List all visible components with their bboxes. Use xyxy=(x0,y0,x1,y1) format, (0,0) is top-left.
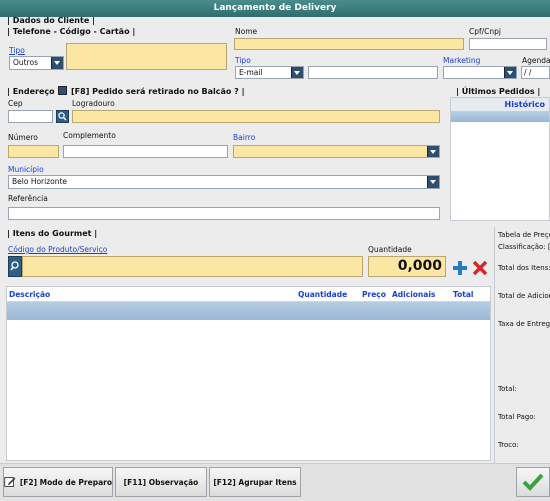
tipo-contact-select[interactable]: E-mail xyxy=(235,66,304,79)
tipo-select[interactable]: Outros xyxy=(9,56,64,70)
referencia-label: Referência xyxy=(8,194,48,203)
tipo-select-value: Outros xyxy=(13,58,39,67)
edit-icon xyxy=(4,477,16,487)
col-quantidade[interactable]: Quantidade xyxy=(298,290,347,299)
troco-label: Troco: xyxy=(498,441,519,449)
check-icon xyxy=(522,473,544,491)
agrupar-button[interactable]: [F12] Agrupar Itens xyxy=(209,467,301,497)
chevron-down-icon xyxy=(51,57,63,69)
chevron-down-icon xyxy=(504,67,516,78)
municipio-value: Belo Horizonte xyxy=(12,177,68,186)
agrupar-label: [F12] Agrupar Itens xyxy=(213,477,297,487)
balcao-checkbox[interactable] xyxy=(58,86,67,95)
quantidade-label: Quantidade xyxy=(368,245,412,254)
agendar-label: Agendar xyxy=(522,56,550,65)
nome-input[interactable] xyxy=(234,38,464,50)
items-table-header: Descrição Quantidade Preço Adicionais To… xyxy=(7,287,490,302)
total-pago-label: Total Pago: xyxy=(498,413,536,421)
complemento-label: Complemento xyxy=(63,131,116,140)
logradouro-label: Logradouro xyxy=(72,99,115,108)
col-adicionais[interactable]: Adicionais xyxy=(392,290,435,299)
phone-section-title: | Telefone - Código - Cartão | xyxy=(7,27,136,36)
numero-input[interactable] xyxy=(8,145,59,158)
agendar-input[interactable]: / / xyxy=(521,66,550,79)
total-label: Total: xyxy=(498,385,517,393)
cep-label: Cep xyxy=(8,99,23,108)
tipo-label: Tipo xyxy=(9,46,25,55)
municipio-label: Município xyxy=(8,165,44,174)
cep-input[interactable] xyxy=(8,110,53,123)
chevron-down-icon xyxy=(291,67,303,78)
logradouro-input[interactable] xyxy=(72,110,440,123)
col-total[interactable]: Total xyxy=(453,290,474,299)
chevron-down-icon xyxy=(427,176,439,188)
observacao-label: [F11] Observação xyxy=(123,477,199,487)
orders-section-title: | Últimos Pedidos | xyxy=(456,87,541,96)
tipo-contact-value: E-mail xyxy=(239,68,263,77)
add-item-button[interactable] xyxy=(452,260,468,276)
address-section-title: | Endereço xyxy=(7,87,55,96)
search-icon xyxy=(58,112,67,121)
plus-icon xyxy=(453,261,467,275)
nome-label: Nome xyxy=(235,27,258,36)
phone-code-input[interactable] xyxy=(66,43,227,70)
referencia-input[interactable] xyxy=(8,207,440,220)
complemento-input[interactable] xyxy=(63,145,228,158)
bairro-label: Bairro xyxy=(233,133,256,142)
classificacao-label: Classificação: [A xyxy=(498,243,550,251)
taxa-entrega-label: Taxa de Entrega xyxy=(498,320,550,328)
bairro-select[interactable] xyxy=(233,145,440,158)
remove-item-button[interactable] xyxy=(472,260,488,276)
tabela-preco-label: Tabela de Preço xyxy=(498,231,550,239)
numero-label: Número xyxy=(8,133,38,142)
historico-column-header[interactable]: Histórico xyxy=(451,98,549,112)
orders-table[interactable]: Histórico xyxy=(450,97,550,221)
marketing-select[interactable] xyxy=(443,66,517,79)
codigo-input[interactable] xyxy=(22,256,363,277)
marketing-label: Marketing xyxy=(443,56,481,65)
items-selected-row[interactable] xyxy=(7,302,490,320)
municipio-select[interactable]: Belo Horizonte xyxy=(8,175,440,189)
orders-selected-row[interactable] xyxy=(451,112,549,122)
cep-search-button[interactable] xyxy=(56,110,69,123)
observacao-button[interactable]: [F11] Observação xyxy=(115,467,207,497)
items-section-title: | Itens do Gourmet | xyxy=(7,229,98,238)
contact-input[interactable] xyxy=(308,66,438,79)
window-title: Lançamento de Delivery xyxy=(0,0,550,17)
chevron-down-icon xyxy=(427,146,439,157)
quantidade-input[interactable]: 0,000 xyxy=(368,256,446,277)
items-table[interactable]: Descrição Quantidade Preço Adicionais To… xyxy=(6,286,491,461)
confirm-button[interactable] xyxy=(516,467,550,497)
col-descricao[interactable]: Descrição xyxy=(9,290,50,299)
search-icon xyxy=(10,261,19,271)
col-preco[interactable]: Preço xyxy=(362,290,386,299)
balcao-label: [F8] Pedido será retirado no Balcão ? | xyxy=(71,87,245,96)
summary-panel: Tabela de Preço Classificação: [A Total … xyxy=(494,227,550,463)
client-section-title: | Dados do Cliente | xyxy=(7,16,95,25)
total-adicionais-label: Total de Adicion xyxy=(498,292,550,300)
total-itens-label: Total dos Itens: xyxy=(498,264,550,272)
modo-preparo-button[interactable]: [F2] Modo de Preparo xyxy=(3,467,113,497)
cpf-label: Cpf/Cnpj xyxy=(469,27,501,36)
cpf-input[interactable] xyxy=(469,38,547,50)
tipo-contact-label: Tipo xyxy=(235,56,251,65)
codigo-label: Código do Produto/Serviço xyxy=(8,245,108,254)
close-icon xyxy=(472,260,488,276)
modo-preparo-label: [F2] Modo de Preparo xyxy=(19,477,112,487)
product-search-button[interactable] xyxy=(8,256,22,277)
